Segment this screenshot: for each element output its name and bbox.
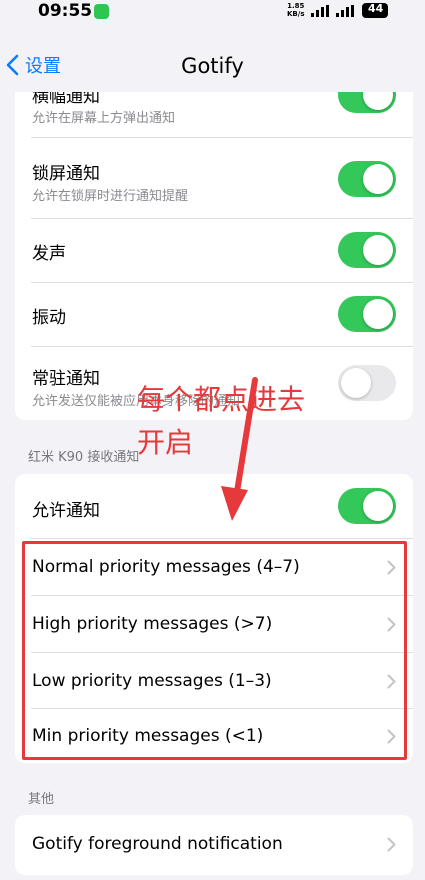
annotation-text: 每个都点进去开启 <box>137 383 306 459</box>
